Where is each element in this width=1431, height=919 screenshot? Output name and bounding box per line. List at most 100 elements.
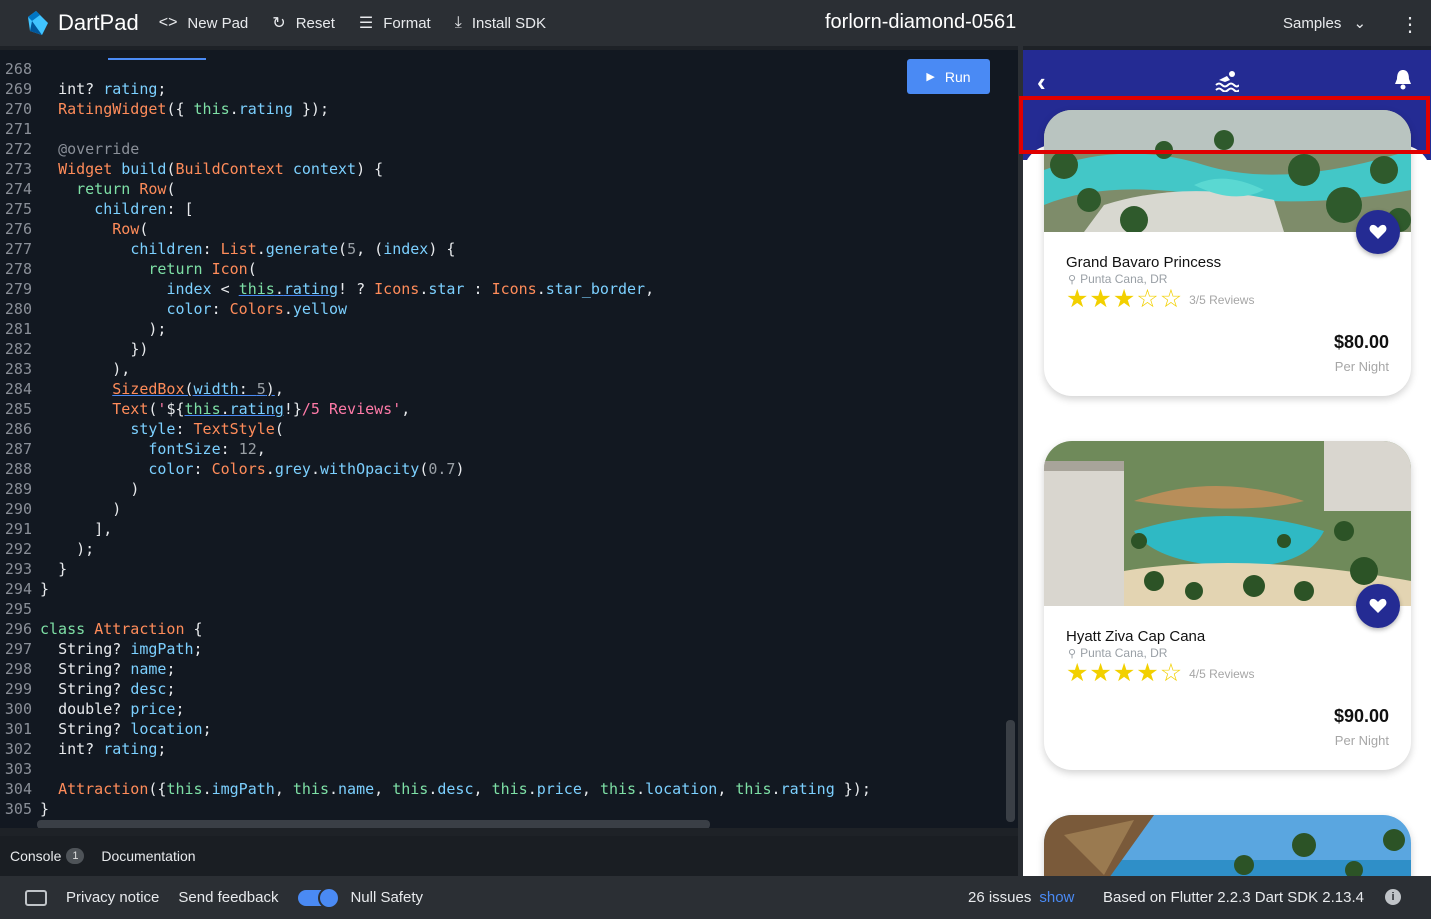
code-text: index < this.rating! ? Icons.star : Icon… xyxy=(166,280,655,298)
star-filled-icon: ★ xyxy=(1112,659,1136,687)
per-night-label: Per Night xyxy=(1334,359,1389,374)
code-line: 280 color: Colors.yellow xyxy=(0,299,871,319)
format-button[interactable]: ☰ Format xyxy=(359,13,431,33)
console-count-badge: 1 xyxy=(66,848,85,864)
code-text: } xyxy=(58,560,68,578)
keyboard-icon[interactable] xyxy=(25,889,47,906)
code-text: String? name; xyxy=(58,660,176,678)
code-text: fontSize: 12, xyxy=(148,440,266,458)
top-bar: DartPad <> New Pad ↻ Reset ☰ Format ⤓ In… xyxy=(0,0,1431,46)
favorite-button[interactable] xyxy=(1356,584,1400,628)
code-line: 299 String? desc; xyxy=(0,679,871,699)
favorite-button[interactable] xyxy=(1356,210,1400,254)
new-pad-button[interactable]: <> New Pad xyxy=(159,14,249,32)
code-text: ); xyxy=(148,320,167,338)
more-menu-icon[interactable]: ⋮ xyxy=(1400,12,1420,37)
documentation-label: Documentation xyxy=(101,848,196,864)
line-number: 300 xyxy=(4,700,32,718)
code-text: } xyxy=(40,800,50,818)
code-line: 278 return Icon( xyxy=(0,259,871,279)
heart-icon xyxy=(1369,598,1387,613)
line-number: 277 xyxy=(4,240,32,258)
line-number: 295 xyxy=(4,600,32,618)
line-number: 274 xyxy=(4,180,32,198)
attraction-name: Hyatt Ziva Cap Cana xyxy=(1066,628,1206,645)
info-icon[interactable]: i xyxy=(1385,889,1401,905)
code-text: Text('${this.rating!}/5 Reviews', xyxy=(112,400,411,418)
code-line: 292 ); xyxy=(0,539,871,559)
format-align-icon: ☰ xyxy=(358,15,374,32)
code-text: @override xyxy=(58,140,140,158)
location-text: Punta Cana, DR xyxy=(1080,646,1168,660)
attraction-price: $80.00 xyxy=(1333,332,1389,352)
dartpad-logo: DartPad xyxy=(22,9,139,37)
line-number: 289 xyxy=(4,480,32,498)
code-text: RatingWidget({ this.rating }); xyxy=(58,100,329,118)
code-line: 276 Row( xyxy=(0,219,871,239)
show-issues-link[interactable]: show xyxy=(1039,889,1074,906)
code-line: 274 return Row( xyxy=(0,179,871,199)
code-line: 289 ) xyxy=(0,479,871,499)
send-feedback-link[interactable]: Send feedback xyxy=(178,889,278,906)
code-editor[interactable]: 268 269 int? rating; 270 RatingWidget({ th… xyxy=(0,50,1018,828)
back-arrow-icon[interactable]: ‹ xyxy=(1037,67,1046,98)
code-line: 303 xyxy=(0,759,871,779)
code-text: double? price; xyxy=(58,700,185,718)
line-number: 287 xyxy=(4,440,32,458)
rating-stars: ★ ★ ★ ★ ☆ 4/5 Reviews xyxy=(1066,661,1254,686)
code-text: ) xyxy=(130,480,140,498)
heart-icon xyxy=(1369,224,1387,239)
flutter-preview[interactable]: ‹ Grand Bavaro Princess ⚲ Punta Cana, DR… xyxy=(1023,50,1431,876)
play-icon: ▶ xyxy=(926,71,935,83)
install-sdk-label: Install SDK xyxy=(471,14,547,32)
line-number: 294 xyxy=(4,580,32,598)
line-number: 302 xyxy=(4,740,32,758)
documentation-tab[interactable]: Documentation xyxy=(101,848,195,864)
null-safety-toggle[interactable] xyxy=(298,886,341,909)
code-line: 268 xyxy=(0,59,871,79)
code-line: 284 SizedBox(width: 5), xyxy=(0,379,871,399)
editor-vertical-scrollbar[interactable] xyxy=(1006,720,1015,822)
samples-dropdown[interactable]: Samples ⌄ xyxy=(1283,14,1366,32)
code-text: return Icon( xyxy=(148,260,257,278)
line-number: 279 xyxy=(4,280,32,298)
reviews-text: 3/5 Reviews xyxy=(1189,292,1255,307)
run-label: Run xyxy=(944,68,971,85)
line-number: 285 xyxy=(4,400,32,418)
run-button[interactable]: ▶ Run xyxy=(907,59,990,94)
privacy-notice-link[interactable]: Privacy notice xyxy=(66,889,159,906)
chevron-down-icon: ⌄ xyxy=(1353,15,1367,32)
line-number: 278 xyxy=(4,260,32,278)
line-number: 281 xyxy=(4,320,32,338)
bell-icon[interactable] xyxy=(1393,68,1413,90)
pool-icon[interactable] xyxy=(1215,70,1239,92)
install-sdk-button[interactable]: ⤓ Install SDK xyxy=(455,14,546,32)
line-number: 298 xyxy=(4,660,32,678)
reset-button[interactable]: ↻ Reset xyxy=(272,13,335,33)
attraction-card[interactable] xyxy=(1044,815,1411,876)
code-text: String? location; xyxy=(58,720,212,738)
star-filled-icon: ★ xyxy=(1089,285,1112,313)
star-filled-icon: ★ xyxy=(1136,659,1159,687)
line-number: 299 xyxy=(4,680,32,698)
line-number: 296 xyxy=(4,620,32,638)
sdk-version: Based on Flutter 2.2.3 Dart SDK 2.13.4 xyxy=(1103,889,1364,906)
code-text: children: [ xyxy=(94,200,194,218)
console-label: Console xyxy=(10,848,62,864)
rating-stars: ★ ★ ★ ☆ ☆ 3/5 Reviews xyxy=(1066,287,1254,312)
line-number: 292 xyxy=(4,540,32,558)
star-border-icon: ☆ xyxy=(1159,659,1183,687)
console-tab[interactable]: Console 1 xyxy=(10,848,85,864)
reviews-text: 4/5 Reviews xyxy=(1189,666,1255,681)
format-label: Format xyxy=(383,14,431,32)
code-line: 275 children: [ xyxy=(0,199,871,219)
code-text: color: Colors.yellow xyxy=(166,300,348,318)
editor-horizontal-scrollbar[interactable] xyxy=(37,820,710,828)
line-number: 270 xyxy=(4,100,32,118)
line-number: 290 xyxy=(4,500,32,518)
star-filled-icon: ★ xyxy=(1112,285,1136,313)
attraction-card[interactable]: Hyatt Ziva Cap Cana ⚲ Punta Cana, DR ★ ★ … xyxy=(1044,441,1411,770)
code-line: 288 color: Colors.grey.withOpacity(0.7) xyxy=(0,459,871,479)
console-tab-bar: Console 1 Documentation xyxy=(0,836,1018,876)
code-text: String? desc; xyxy=(58,680,176,698)
